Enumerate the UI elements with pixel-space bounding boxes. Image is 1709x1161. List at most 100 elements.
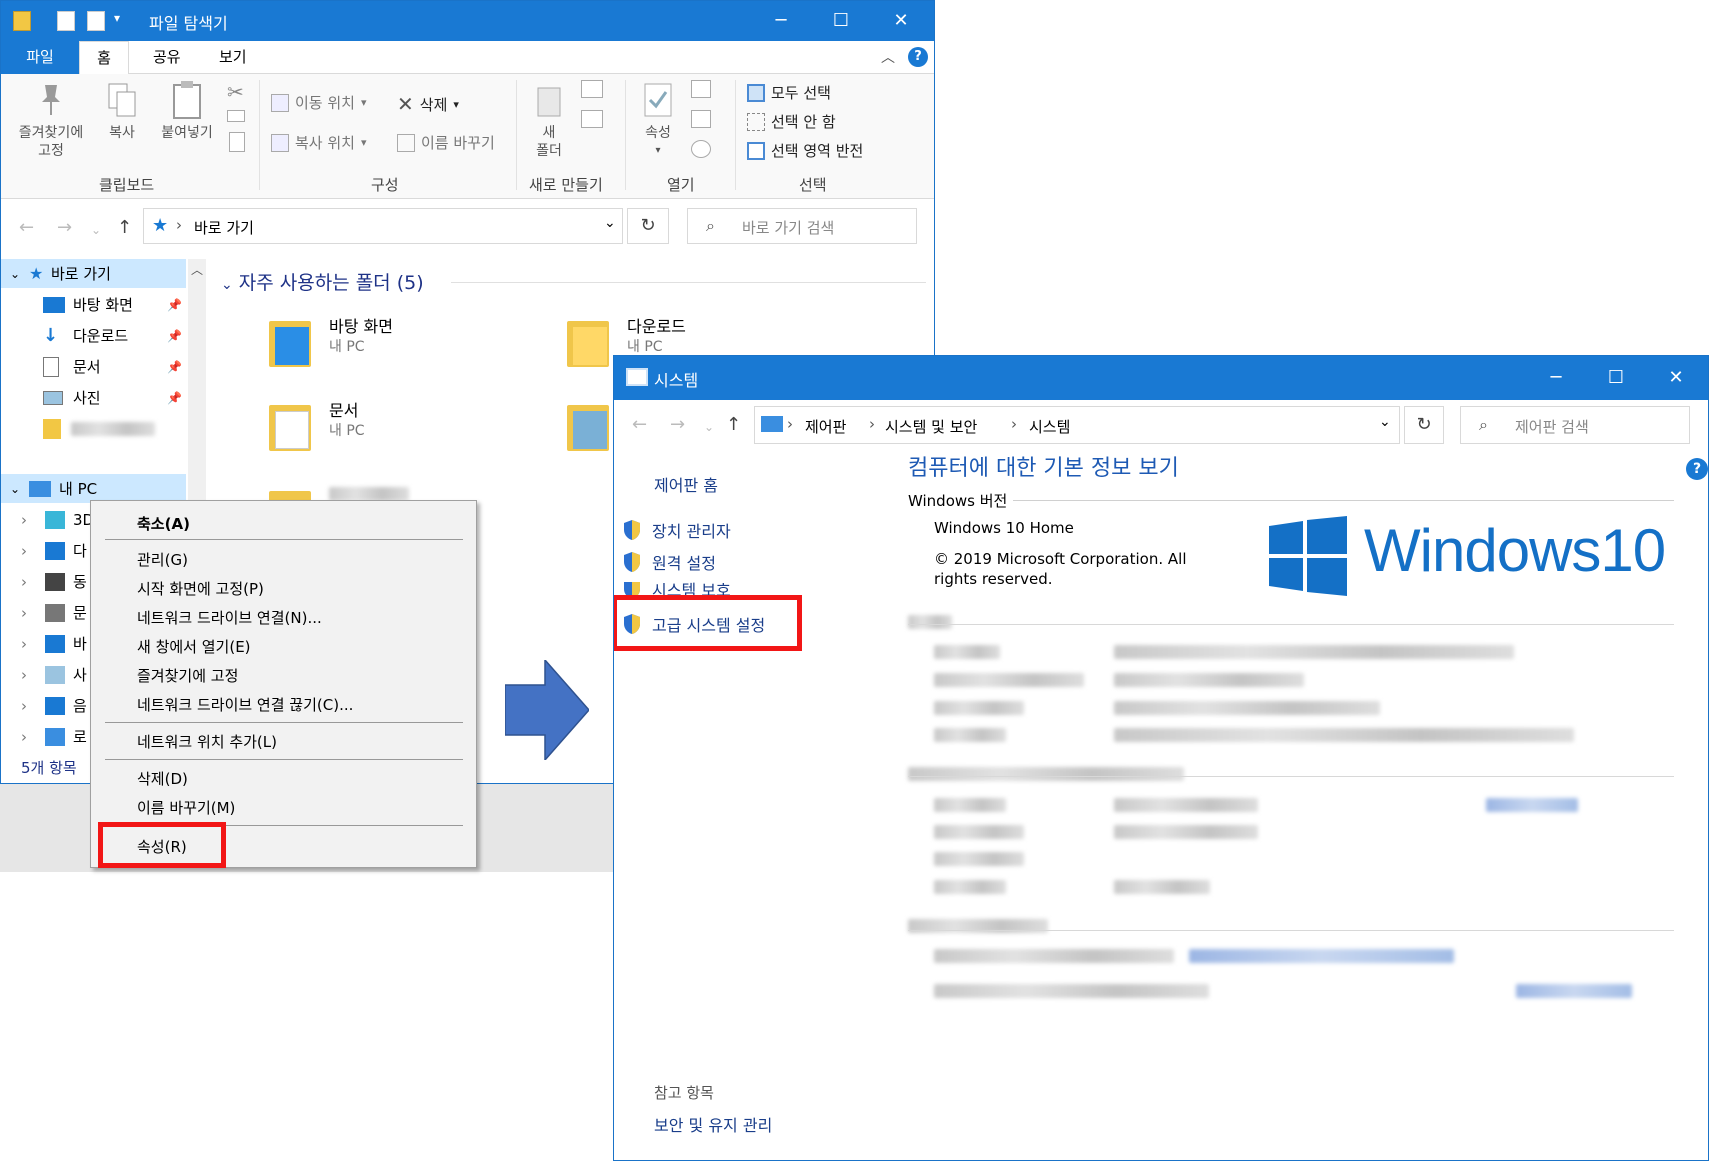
rename-button[interactable]: 이름 바꾸기 xyxy=(397,132,495,153)
folder-documents-icon[interactable] xyxy=(269,399,311,451)
minimize-button[interactable]: ─ xyxy=(751,1,811,41)
move-to-button[interactable]: 이동 위치 ▾ xyxy=(271,92,367,113)
system-search-box[interactable]: ⌕ 제어판 검색 xyxy=(1460,406,1690,444)
folder-desktop-icon[interactable] xyxy=(269,315,311,367)
refresh-button[interactable]: ↻ xyxy=(1404,406,1444,444)
forward-arrow-icon[interactable]: → xyxy=(57,217,72,238)
new-folder-icon[interactable] xyxy=(87,11,105,31)
help-icon[interactable]: ? xyxy=(908,47,928,67)
up-arrow-icon[interactable]: ↑ xyxy=(117,217,132,238)
chevron-right-icon[interactable]: › xyxy=(21,697,45,715)
address-bar[interactable]: ★ › 바로 가기 ⌄ xyxy=(143,208,623,244)
nav-desktop[interactable]: 바탕 화면 📌 xyxy=(1,290,186,319)
edit-icon[interactable] xyxy=(691,110,711,128)
new-folder-button[interactable]: 새 폴더 xyxy=(526,80,572,160)
copy-path-icon[interactable] xyxy=(227,110,245,122)
chevron-right-icon[interactable]: › xyxy=(21,511,45,529)
nav-this-pc[interactable]: ⌄ 내 PC xyxy=(1,474,186,503)
folder-name-desktop[interactable]: 바탕 화면 xyxy=(329,313,393,337)
paste-button[interactable]: 붙여넣기 xyxy=(153,80,221,142)
paste-shortcut-icon[interactable] xyxy=(229,132,245,152)
search-placeholder: 바로 가기 검색 xyxy=(742,219,835,237)
properties-icon[interactable] xyxy=(57,11,75,31)
minimize-button[interactable]: ─ xyxy=(1526,356,1586,400)
ribbon-separator xyxy=(516,80,517,190)
folder-name-downloads[interactable]: 다운로드 xyxy=(627,313,686,337)
invert-selection-button[interactable]: 선택 영역 반전 xyxy=(747,140,863,161)
chevron-down-icon[interactable]: ▾ xyxy=(114,11,120,25)
close-button[interactable]: ✕ xyxy=(1646,356,1706,400)
maximize-button[interactable]: ☐ xyxy=(1586,356,1646,400)
cut-icon[interactable]: ✂ xyxy=(227,80,244,104)
help-icon[interactable]: ? xyxy=(1686,458,1708,480)
collapse-ribbon-icon[interactable]: ︿ xyxy=(881,47,895,67)
chevron-right-icon[interactable]: › xyxy=(21,666,45,684)
nav-blurred-folder[interactable] xyxy=(1,414,186,443)
nav-pictures[interactable]: 사진 📌 xyxy=(1,383,186,412)
group-label-new: 새로 만들기 xyxy=(529,176,603,194)
chevron-right-icon[interactable]: › xyxy=(21,604,45,622)
folder-sub-documents: 내 PC xyxy=(329,423,365,439)
open-icon[interactable] xyxy=(691,80,711,98)
select-none-button[interactable]: 선택 안 함 xyxy=(747,111,836,132)
menu-item-pin-quick-access[interactable]: 즐겨찾기에 고정 xyxy=(137,665,238,686)
recent-locations-icon[interactable]: ⌄ xyxy=(704,420,714,434)
pin-to-quick-access-button[interactable]: 즐겨찾기에 고정 xyxy=(11,80,91,160)
folder-name-documents[interactable]: 문서 xyxy=(329,397,358,421)
security-maintenance-link[interactable]: 보안 및 유지 관리 xyxy=(654,1112,772,1136)
back-arrow-icon[interactable]: ← xyxy=(632,414,647,435)
explorer-titlebar[interactable]: ▾ 파일 탐색기 ─ ☐ ✕ xyxy=(1,1,934,41)
menu-item-pin-start[interactable]: 시작 화면에 고정(P) xyxy=(137,578,264,599)
back-arrow-icon[interactable]: ← xyxy=(19,217,34,238)
tab-home[interactable]: 홈 xyxy=(79,41,129,75)
menu-item-add-network-location[interactable]: 네트워크 위치 추가(L) xyxy=(137,731,277,752)
chevron-right-icon[interactable]: › xyxy=(21,573,45,591)
menu-item-delete[interactable]: 삭제(D) xyxy=(137,768,188,789)
menu-item-open-new-window[interactable]: 새 창에서 열기(E) xyxy=(137,636,251,657)
system-address-bar[interactable]: › 제어판 › 시스템 및 보안 › 시스템 ⌄ xyxy=(754,406,1400,444)
chevron-right-icon[interactable]: › xyxy=(21,635,45,653)
blurred-text xyxy=(1114,880,1210,894)
nav-documents[interactable]: 문서 📌 xyxy=(1,352,186,381)
maximize-button[interactable]: ☐ xyxy=(811,1,871,41)
menu-item-collapse[interactable]: 축소(A) xyxy=(137,513,190,534)
chevron-right-icon[interactable]: › xyxy=(21,542,45,560)
up-arrow-icon[interactable]: ↑ xyxy=(726,414,741,435)
copy-to-button[interactable]: 복사 위치 ▾ xyxy=(271,132,367,153)
system-protection-link[interactable]: 시스템 보호 xyxy=(622,582,731,596)
control-panel-home-link[interactable]: 제어판 홈 xyxy=(654,472,718,496)
folder-downloads-icon[interactable] xyxy=(567,315,609,367)
remote-settings-link[interactable]: 원격 설정 xyxy=(622,550,716,574)
breadcrumb-chevron-icon: › xyxy=(869,415,875,433)
frequent-folders-heading[interactable]: ⌄ 자주 사용하는 폴더 (5) xyxy=(221,268,424,295)
folder-pictures-icon[interactable] xyxy=(567,399,609,451)
folder-icon xyxy=(43,418,61,439)
menu-item-rename[interactable]: 이름 바꾸기(M) xyxy=(137,797,235,818)
menu-item-disconnect-network-drive[interactable]: 네트워크 드라이브 연결 끊기(C)... xyxy=(137,694,353,715)
select-all-button[interactable]: 모두 선택 xyxy=(747,82,831,103)
recent-locations-icon[interactable]: ⌄ xyxy=(91,223,101,237)
tab-file[interactable]: 파일 xyxy=(1,41,79,74)
system-titlebar[interactable]: 시스템 ─ ☐ ✕ xyxy=(614,356,1708,400)
breadcrumb-chevron-icon: › xyxy=(1011,415,1017,433)
tab-view[interactable]: 보기 xyxy=(207,41,259,74)
menu-item-map-network-drive[interactable]: 네트워크 드라이브 연결(N)... xyxy=(137,607,322,628)
control-panel-icon xyxy=(761,416,783,432)
nav-quick-access[interactable]: ⌄ ★ 바로 가기 xyxy=(1,259,186,288)
nav-downloads[interactable]: ↓ 다운로드 📌 xyxy=(1,321,186,350)
refresh-button[interactable]: ↻ xyxy=(627,208,669,244)
search-box[interactable]: ⌕ 바로 가기 검색 xyxy=(687,208,917,244)
star-icon: ★ xyxy=(152,215,169,236)
chevron-right-icon[interactable]: › xyxy=(21,728,45,746)
tab-share[interactable]: 공유 xyxy=(141,41,193,74)
close-button[interactable]: ✕ xyxy=(871,1,931,41)
history-icon[interactable] xyxy=(691,140,711,158)
forward-arrow-icon[interactable]: → xyxy=(670,414,685,435)
device-manager-link[interactable]: 장치 관리자 xyxy=(622,518,731,542)
delete-button[interactable]: ✕ 삭제 ▾ xyxy=(397,92,459,116)
copy-button[interactable]: 복사 xyxy=(97,80,147,142)
easy-access-icon[interactable] xyxy=(581,110,603,128)
menu-item-manage[interactable]: 관리(G) xyxy=(137,549,188,570)
new-item-icon[interactable] xyxy=(581,80,603,98)
properties-button[interactable]: 속성 ▾ xyxy=(633,80,683,160)
